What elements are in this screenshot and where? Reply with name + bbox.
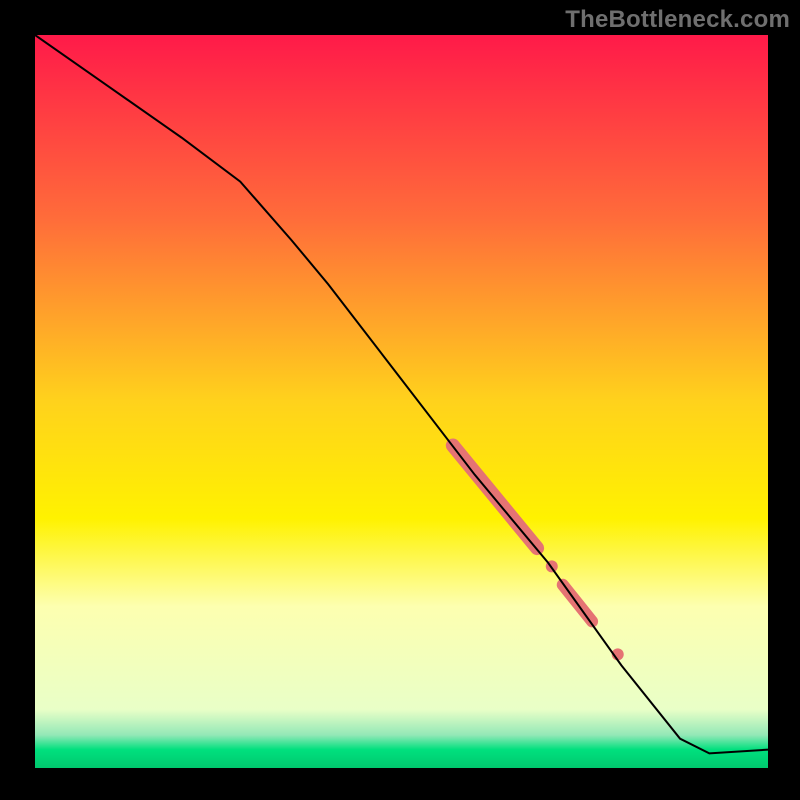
bottleneck-chart: [35, 35, 768, 768]
chart-frame: TheBottleneck.com: [0, 0, 800, 800]
plot-background: [35, 35, 768, 768]
watermark-text: TheBottleneck.com: [565, 6, 790, 34]
